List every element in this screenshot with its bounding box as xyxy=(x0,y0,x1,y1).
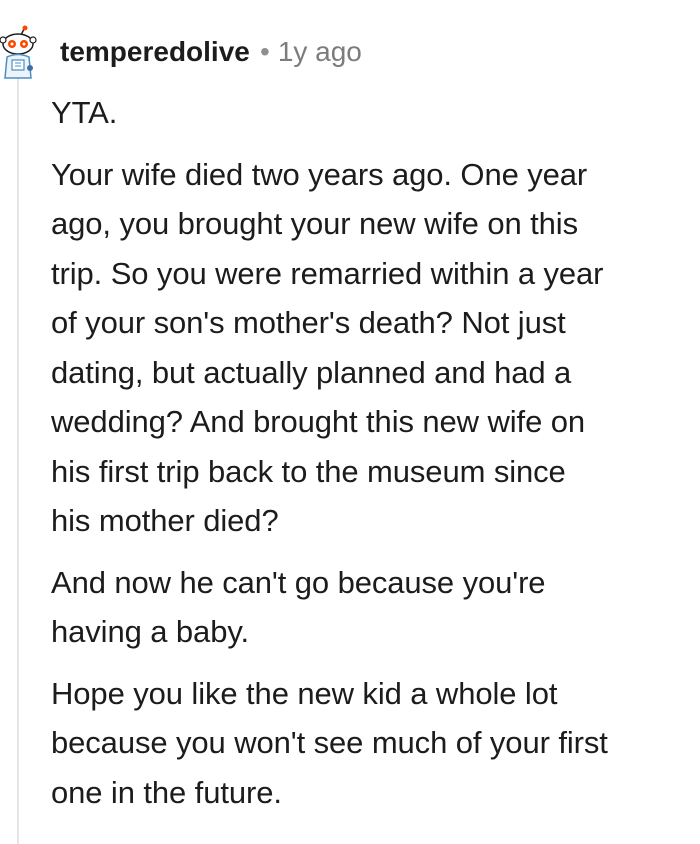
comment-header: temperedolive • 1y ago xyxy=(0,24,700,80)
timestamp: 1y ago xyxy=(277,36,362,67)
snoo-avatar-icon[interactable] xyxy=(0,24,40,80)
username-link[interactable]: temperedolive xyxy=(60,34,250,70)
comment-paragraph: Hope you like the new kid a whole lot be… xyxy=(51,675,608,810)
comment-paragraph: Your wife died two years ago. One year a… xyxy=(51,156,604,539)
comment-paragraph: And now he can't go because you're havin… xyxy=(51,564,546,650)
thread-line[interactable] xyxy=(17,74,19,844)
comment-paragraph: YTA. xyxy=(51,95,118,130)
comment-meta: • 1y ago xyxy=(260,34,362,70)
meta-separator: • xyxy=(260,36,270,67)
comment-body: YTA. Your wife died two years ago. One y… xyxy=(51,88,691,817)
